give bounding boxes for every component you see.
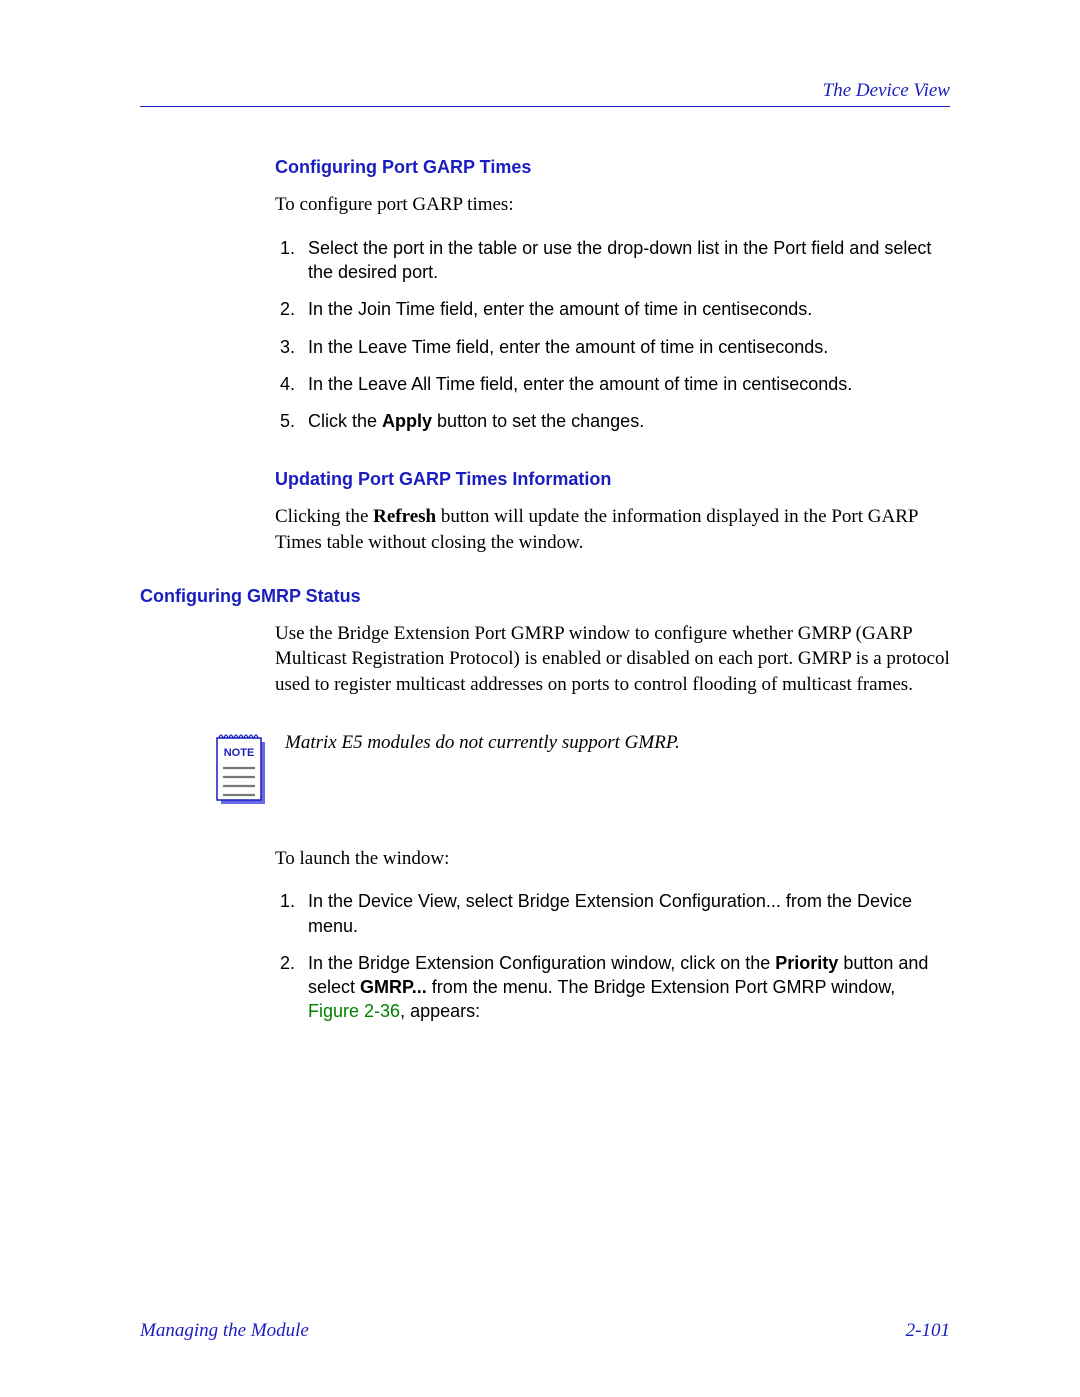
- footer-left: Managing the Module: [140, 1320, 309, 1342]
- gmrp-paragraph: Use the Bridge Extension Port GMRP windo…: [275, 621, 950, 698]
- intro-text: To configure port GARP times:: [275, 192, 950, 218]
- launch-intro: To launch the window:: [275, 846, 950, 872]
- section-updating-port-garp-times: Updating Port GARP Times Information Cli…: [275, 469, 950, 555]
- step-item: Click the Apply button to set the change…: [300, 409, 950, 433]
- note-text: Matrix E5 modules do not currently suppo…: [285, 728, 680, 756]
- heading-updating-port-garp-times: Updating Port GARP Times Information: [275, 469, 950, 490]
- note-icon: NOTE: [215, 728, 267, 806]
- note-label: NOTE: [224, 747, 255, 759]
- step-item: In the Leave Time field, enter the amoun…: [300, 335, 950, 359]
- note-block: NOTE Matrix E5 modules do not currently …: [215, 728, 950, 806]
- header-rule: [140, 106, 950, 107]
- page-footer: Managing the Module 2-101: [140, 1320, 950, 1342]
- launch-steps-list: In the Device View, select Bridge Extens…: [275, 889, 950, 1023]
- heading-configuring-gmrp-status: Configuring GMRP Status: [140, 586, 950, 607]
- heading-configuring-port-garp-times: Configuring Port GARP Times: [275, 157, 950, 178]
- step-item: Select the port in the table or use the …: [300, 236, 950, 285]
- running-header: The Device View: [140, 80, 950, 102]
- section-configuring-port-garp-times: Configuring Port GARP Times To configure…: [275, 157, 950, 433]
- launch-block: To launch the window: In the Device View…: [275, 846, 950, 1024]
- page: The Device View Configuring Port GARP Ti…: [0, 0, 1080, 1397]
- steps-list: Select the port in the table or use the …: [275, 236, 950, 434]
- footer-page-number: 2-101: [906, 1320, 950, 1342]
- refresh-paragraph: Clicking the Refresh button will update …: [275, 504, 950, 555]
- step-item: In the Join Time field, enter the amount…: [300, 297, 950, 321]
- step-item: In the Bridge Extension Configuration wi…: [300, 951, 950, 1024]
- step-item: In the Leave All Time field, enter the a…: [300, 372, 950, 396]
- section-configuring-gmrp-status-body: Use the Bridge Extension Port GMRP windo…: [275, 621, 950, 698]
- step-item: In the Device View, select Bridge Extens…: [300, 889, 950, 938]
- figure-reference[interactable]: Figure 2-36: [308, 1001, 400, 1021]
